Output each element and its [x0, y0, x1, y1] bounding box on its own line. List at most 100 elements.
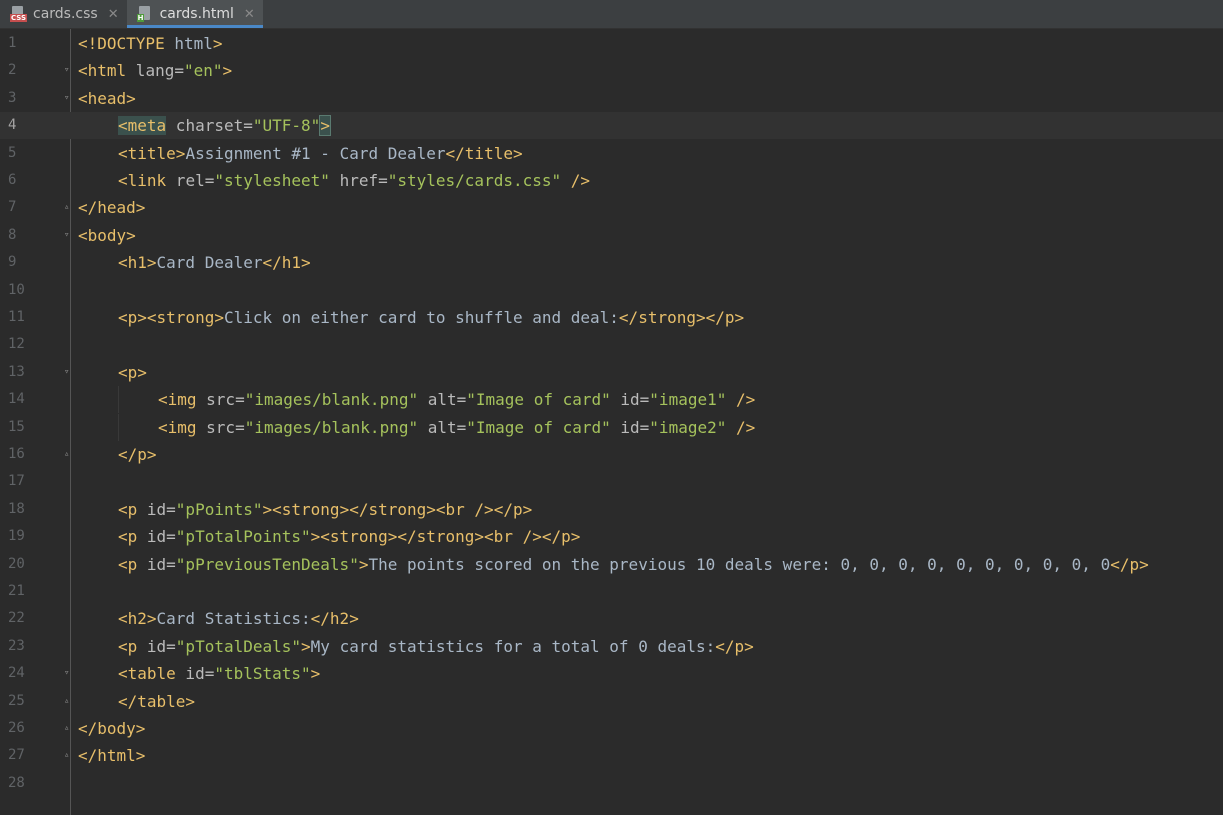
code-token: > [212, 34, 223, 53]
code-line[interactable]: 15 <img src="images/blank.png" alt="Image… [0, 413, 1223, 441]
code-line[interactable]: 1 <!DOCTYPE html> [0, 30, 1223, 57]
code-token: alt= [418, 417, 467, 437]
line-number: 27 [8, 747, 25, 764]
code-text: <table id="tblStats"> [118, 660, 320, 687]
code-line[interactable]: 12 [0, 331, 1223, 358]
fold-marker-icon[interactable]: ▿ [64, 668, 73, 678]
line-number: 17 [8, 473, 25, 490]
code-line[interactable]: 10 [0, 277, 1223, 304]
code-line[interactable]: 18 <p id="pPoints"><strong></strong><br /… [0, 496, 1223, 523]
code-token: id= [137, 527, 176, 547]
code-token: </table> [118, 691, 196, 711]
code-token: Click on either card to shuffle and deal… [223, 308, 619, 327]
fold-marker-icon[interactable]: ▵ [64, 449, 73, 459]
css-file-icon: CSS [10, 6, 28, 22]
code-text: </body> [78, 715, 145, 742]
code-line[interactable]: 14 <img src="images/blank.png" alt="Image… [0, 386, 1223, 414]
line-number: 3 [8, 89, 17, 106]
code-line[interactable]: 25 ▵ </table> [0, 688, 1223, 715]
fold-marker-icon[interactable]: ▿ [64, 93, 73, 103]
line-number: 26 [8, 720, 25, 736]
code-token: Card Statistics: [156, 609, 311, 629]
line-number: 12 [8, 336, 25, 353]
code-line[interactable]: 23 <p id="pTotalDeals">My card statistics… [0, 633, 1223, 660]
code-token: rel= [166, 171, 215, 190]
code-line[interactable]: 26 ▵ </body> [0, 715, 1223, 742]
code-token: > [222, 61, 233, 81]
code-editor[interactable]: 1 <!DOCTYPE html> 2 ▿ <html lang="en"> 3 ▿ <hea… [0, 29, 1223, 815]
code-line[interactable]: 21 [0, 578, 1223, 605]
code-token: The points scored on the previous 10 dea… [368, 554, 1111, 574]
code-line[interactable]: 5 <title>Assignment #1 - Card Dealer</tit… [0, 140, 1223, 167]
code-text: <meta charset="UTF-8"> [118, 112, 331, 139]
code-text: <p id="pTotalPoints"><strong></strong><b… [118, 523, 580, 550]
code-text: </table> [118, 688, 195, 715]
fold-marker-icon[interactable]: ▿ [64, 230, 73, 240]
code-token: "pPoints" [175, 499, 263, 519]
code-line[interactable]: 6 <link rel="stylesheet" href="styles/car… [0, 167, 1223, 194]
code-line[interactable]: 3 ▿ <head> [0, 85, 1223, 112]
code-token: ><strong></strong><br /></p> [310, 527, 581, 547]
code-token: "images/blank.png" [244, 417, 419, 437]
code-line[interactable]: 2 ▿ <html lang="en"> [0, 57, 1223, 84]
code-line[interactable]: 19 <p id="pTotalPoints"><strong></strong>… [0, 523, 1223, 550]
code-token: "pPreviousTenDeals" [175, 554, 359, 574]
line-number: 4 [8, 117, 17, 134]
code-token: html [164, 34, 213, 53]
code-text: <body> [78, 222, 136, 249]
code-line[interactable]: 16 ▵ </p> [0, 441, 1223, 468]
code-line[interactable]: 27 ▵ </html> [0, 742, 1223, 769]
fold-marker-icon[interactable]: ▵ [64, 696, 73, 706]
code-token: href= [329, 171, 388, 190]
code-line[interactable]: 20 <p id="pPreviousTenDeals">The points s… [0, 551, 1223, 578]
tab-cards-html[interactable]: H cards.html ✕ [126, 0, 264, 28]
tab-cards-css[interactable]: CSS cards.css ✕ [0, 0, 127, 28]
line-number: 2 [8, 62, 17, 79]
code-line[interactable]: 13 ▿ <p> [0, 359, 1223, 386]
code-text: <link rel="stylesheet" href="styles/card… [118, 167, 590, 194]
line-number: 6 [8, 172, 17, 188]
code-token: "image1" [649, 390, 727, 410]
code-line[interactable]: 22 <h2>Card Statistics:</h2> [0, 605, 1223, 632]
code-text: <p id="pPreviousTenDeals">The points sco… [118, 551, 1149, 578]
code-line[interactable]: 28 [0, 770, 1223, 797]
fold-marker-icon[interactable]: ▵ [64, 723, 73, 733]
code-token: <p [118, 499, 138, 519]
code-token: "tblStats" [214, 664, 311, 684]
code-line[interactable]: 4 <meta charset="UTF-8"> [0, 112, 1223, 140]
code-line[interactable]: 11 <p><strong>Click on either card to shu… [0, 304, 1223, 331]
close-icon[interactable]: ✕ [244, 7, 255, 22]
code-line[interactable]: 24 ▿ <table id="tblStats"> [0, 660, 1223, 687]
code-text: <html lang="en"> [78, 57, 232, 84]
line-number: 5 [8, 144, 17, 161]
editor-tab-bar: CSS cards.css ✕ H cards.html ✕ [0, 0, 1223, 29]
code-text: <!DOCTYPE html> [78, 30, 223, 57]
code-token: </h2> [310, 609, 359, 629]
code-token: </p> [715, 636, 754, 656]
code-token: <h1> [118, 253, 157, 273]
code-line[interactable]: 7 ▵ </head> [0, 194, 1223, 221]
indent-guide [118, 413, 119, 441]
code-token: "styles/cards.css" [387, 171, 562, 190]
code-line[interactable]: 9 <h1>Card Dealer</h1> [0, 249, 1223, 276]
tab-label: cards.html [159, 6, 234, 22]
fold-marker-icon[interactable]: ▿ [64, 367, 73, 377]
code-token: src= [196, 417, 245, 437]
fold-marker-icon[interactable]: ▿ [64, 65, 73, 75]
code-text: <h1>Card Dealer</h1> [118, 249, 311, 276]
code-token: "pTotalDeals" [175, 636, 302, 656]
code-text: <p id="pPoints"><strong></strong><br /><… [118, 496, 532, 523]
code-token: Card Dealer [156, 253, 263, 273]
fold-marker-icon[interactable]: ▵ [64, 750, 73, 760]
code-text: </html> [78, 742, 145, 769]
close-icon[interactable]: ✕ [108, 7, 119, 22]
code-token: <img [158, 390, 197, 410]
code-line[interactable]: 17 [0, 468, 1223, 495]
line-number: 16 [8, 446, 25, 462]
fold-marker-icon[interactable]: ▵ [64, 202, 73, 212]
code-line[interactable]: 8 ▿ <body> [0, 222, 1223, 249]
tab-label: cards.css [33, 6, 98, 22]
code-token: id= [137, 636, 176, 656]
code-token: > [319, 115, 331, 137]
code-token: "pTotalPoints" [175, 527, 311, 547]
